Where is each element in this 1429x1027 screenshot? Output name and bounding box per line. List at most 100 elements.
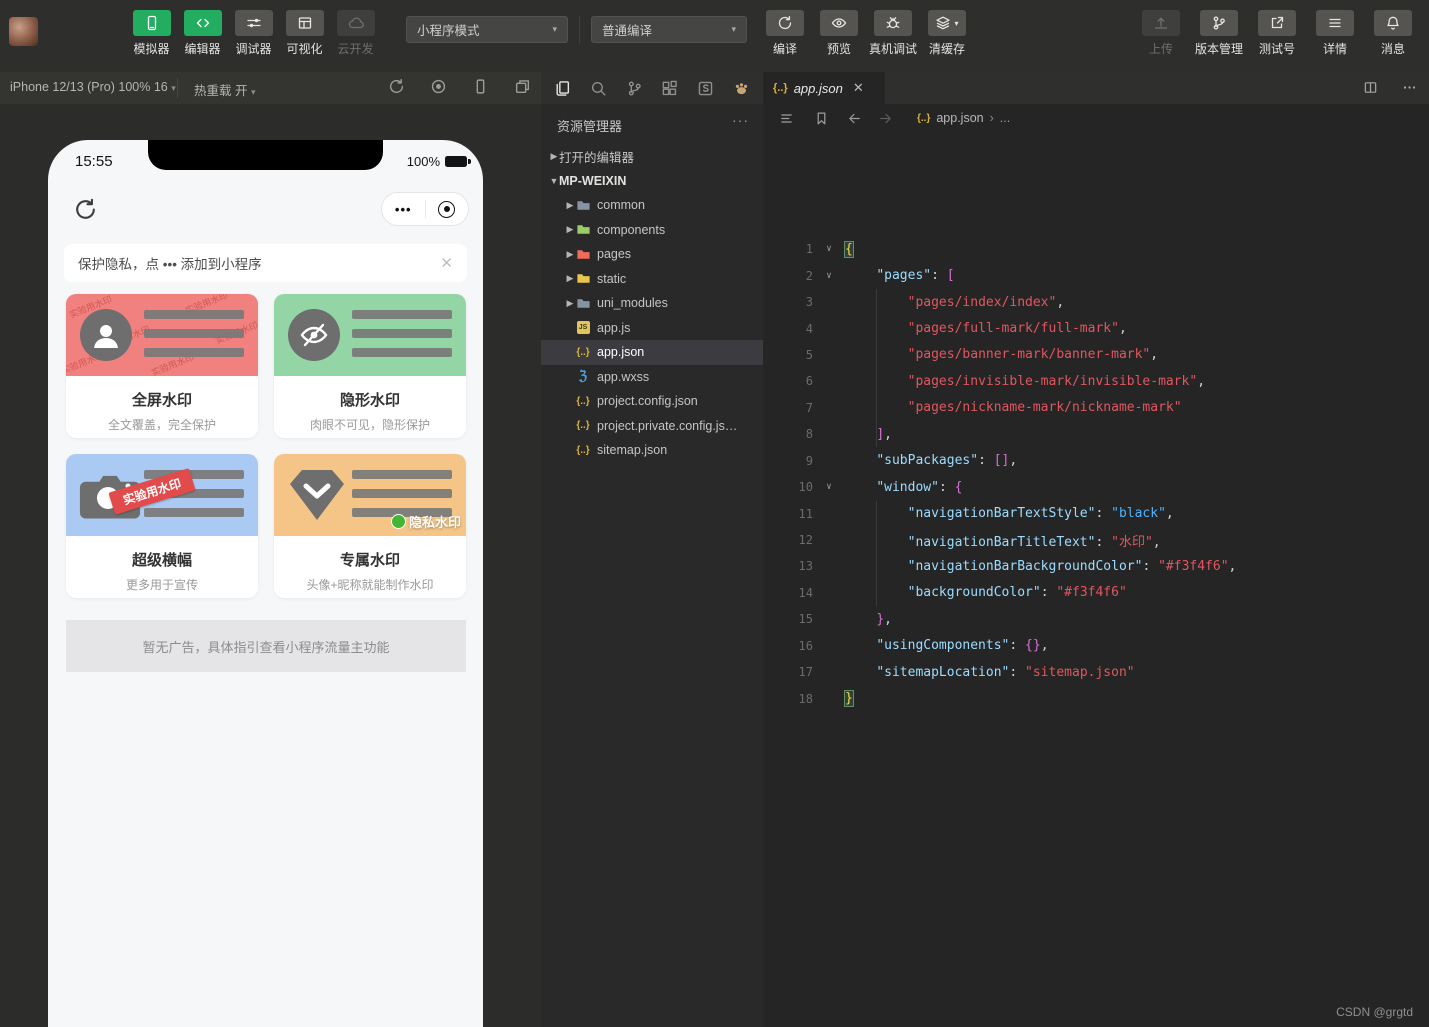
tree-item-app.wxss[interactable]: ℨapp.wxss bbox=[541, 365, 763, 390]
split-editor-icon[interactable] bbox=[1363, 80, 1378, 95]
tree-item-MP-WEIXIN[interactable]: ▼ MP-WEIXIN bbox=[541, 169, 763, 194]
phone-preview: 15:55 100% ••• 保护隐私，点 ••• 添加到小程序 ✕ 实验用水印… bbox=[48, 140, 483, 1027]
tree-item-app.js[interactable]: JS app.js bbox=[541, 316, 763, 341]
diamond-check-icon bbox=[290, 470, 344, 520]
code-line-15: 15 }, bbox=[798, 611, 892, 627]
真机调试-button[interactable]: 真机调试 bbox=[866, 10, 920, 57]
breadcrumb-more[interactable]: ... bbox=[1000, 111, 1010, 125]
folder-icon bbox=[575, 198, 591, 212]
search-icon[interactable] bbox=[590, 80, 607, 97]
phone-notch bbox=[148, 140, 383, 170]
card-subtitle: 全文覆盖，完全保护 bbox=[107, 418, 216, 432]
watermark-card-grid: 实验用水印 实验用水印 实验用水印 实验用水印 实验用水印 实验用水印 全屏水印 bbox=[66, 294, 466, 598]
file-tree: ▶ 打开的编辑器 ▼ MP-WEIXIN ▶ common ▶ components ▶ page… bbox=[541, 144, 763, 463]
card-nickname-watermark[interactable]: 隐私水印 专属水印 头像+昵称就能制作水印 bbox=[274, 454, 466, 598]
layers-icon: ▾ bbox=[928, 10, 966, 36]
compile-mode-label: 普通编译 bbox=[602, 24, 653, 38]
view-toggle-group: 模拟器 编辑器 调试器 可视化 云开发 bbox=[126, 10, 381, 57]
tree-item-pages[interactable]: ▶ pages bbox=[541, 242, 763, 267]
fold-chevron-icon[interactable]: ∨ bbox=[813, 271, 845, 281]
outline-icon[interactable] bbox=[779, 111, 794, 126]
status-battery: 100% bbox=[407, 154, 471, 169]
sbox-icon[interactable] bbox=[697, 80, 714, 97]
folder-icon bbox=[575, 223, 591, 237]
reload-icon[interactable] bbox=[72, 196, 99, 223]
模拟器-button[interactable]: 模拟器 bbox=[126, 10, 177, 57]
版本管理-button[interactable]: 版本管理 bbox=[1190, 10, 1248, 57]
编译-button[interactable]: 编译 bbox=[758, 10, 812, 57]
bookmark-icon[interactable] bbox=[814, 111, 829, 126]
eye-off-icon bbox=[288, 309, 340, 361]
tree-item-打开的编辑器[interactable]: ▶ 打开的编辑器 bbox=[541, 144, 763, 169]
tree-item-project.private.config.js…[interactable]: {..} project.private.config.js… bbox=[541, 414, 763, 439]
tree-item-components[interactable]: ▶ components bbox=[541, 218, 763, 243]
compile-mode-dropdown[interactable]: 普通编译 ▾ bbox=[591, 16, 747, 43]
files-icon[interactable] bbox=[554, 80, 571, 97]
breadcrumb-file[interactable]: app.json bbox=[936, 111, 983, 125]
code-editor[interactable]: 1 ∨{2 ∨ "pages": [3 "pages/index/index", 4 … bbox=[763, 236, 1429, 1027]
bug-icon bbox=[874, 10, 912, 36]
card-full-watermark[interactable]: 实验用水印 实验用水印 实验用水印 实验用水印 实验用水印 实验用水印 全屏水印 bbox=[66, 294, 258, 438]
paw-icon[interactable] bbox=[733, 80, 750, 97]
tree-item-sitemap.json[interactable]: {..} sitemap.json bbox=[541, 438, 763, 463]
branch-icon bbox=[1200, 10, 1238, 36]
tree-item-common[interactable]: ▶ common bbox=[541, 193, 763, 218]
back-icon[interactable] bbox=[847, 111, 862, 126]
refresh-icon[interactable] bbox=[388, 78, 405, 95]
record-icon[interactable] bbox=[430, 78, 447, 95]
eye-icon bbox=[820, 10, 858, 36]
可视化-button[interactable]: 可视化 bbox=[279, 10, 330, 57]
device-selector[interactable]: iPhone 12/13 (Pro) 100% 16 ▾ bbox=[10, 80, 176, 94]
simulator-toolbar: iPhone 12/13 (Pro) 100% 16 ▾ 热重载 开 ▾ bbox=[0, 72, 541, 104]
tree-item-uni_modules[interactable]: ▶ uni_modules bbox=[541, 291, 763, 316]
menu-icon bbox=[1316, 10, 1354, 36]
windows-icon[interactable] bbox=[514, 78, 531, 95]
编辑器-button[interactable]: 编辑器 bbox=[177, 10, 228, 57]
chevron-down-icon: ▾ bbox=[731, 24, 736, 34]
tab-app-json[interactable]: {..} app.json ✕ bbox=[763, 72, 885, 104]
tree-item-static[interactable]: ▶ static bbox=[541, 267, 763, 292]
mode-dropdown[interactable]: 小程序模式 ▾ bbox=[406, 16, 568, 43]
调试器-button[interactable]: 调试器 bbox=[228, 10, 279, 57]
branch-icon[interactable] bbox=[626, 80, 643, 97]
tree-item-app.json[interactable]: {..} app.json bbox=[541, 340, 763, 365]
external-icon bbox=[1258, 10, 1296, 36]
more-actions-icon[interactable] bbox=[1402, 80, 1417, 95]
privacy-watermark-badge: 隐私水印 bbox=[390, 512, 461, 531]
code-icon bbox=[183, 10, 222, 36]
预览-button[interactable]: 预览 bbox=[812, 10, 866, 57]
extensions-icon[interactable] bbox=[661, 80, 678, 97]
code-line-4: 4 "pages/full-mark/full-mark", bbox=[805, 321, 1127, 337]
card-invisible-watermark[interactable]: 隐形水印 肉眼不可见，隐形保护 bbox=[274, 294, 466, 438]
详情-button[interactable]: 详情 bbox=[1306, 10, 1364, 57]
device-icon[interactable] bbox=[472, 78, 489, 95]
explorer-more-icon[interactable]: ··· bbox=[732, 112, 749, 128]
csdn-watermark: CSDN @grgtd bbox=[1336, 1005, 1413, 1019]
tree-item-project.config.json[interactable]: {..} project.config.json bbox=[541, 389, 763, 414]
清缓存-button[interactable]: ▾ 清缓存 bbox=[920, 10, 974, 57]
user-avatar[interactable] bbox=[9, 17, 38, 46]
card-image: 实验用水印 实验用水印 实验用水印 实验用水印 实验用水印 实验用水印 bbox=[66, 294, 258, 376]
ad-placeholder-banner: 暂无广告，具体指引查看小程序流量主功能 bbox=[66, 620, 466, 672]
cloud-icon bbox=[336, 10, 375, 36]
close-tab-icon[interactable]: ✕ bbox=[853, 80, 864, 96]
code-line-18: 18} bbox=[798, 690, 854, 708]
fold-chevron-icon[interactable]: ∨ bbox=[813, 244, 845, 254]
folder-icon bbox=[575, 272, 591, 286]
code-line-1: 1 ∨{ bbox=[805, 240, 854, 258]
card-banner-watermark[interactable]: 实验用水印 超级横幅 更多用于宣传 bbox=[66, 454, 258, 598]
code-line-14: 14 "backgroundColor": "#f3f4f6" bbox=[798, 585, 1127, 601]
forward-icon[interactable] bbox=[878, 111, 893, 126]
more-menu-button[interactable]: ••• bbox=[382, 202, 425, 217]
close-icon[interactable]: ✕ bbox=[440, 254, 453, 272]
hot-reload-toggle[interactable]: 热重载 开 ▾ bbox=[194, 80, 256, 99]
fold-chevron-icon[interactable]: ∨ bbox=[813, 482, 845, 492]
code-line-7: 7 "pages/nickname-mark/nickname-mark" bbox=[805, 400, 1182, 416]
消息-button[interactable]: 消息 bbox=[1364, 10, 1422, 57]
exit-button[interactable] bbox=[426, 200, 469, 218]
project-action-group: 上传 版本管理 测试号 详情 消息 bbox=[1132, 10, 1422, 57]
simulator-icon-group bbox=[388, 78, 531, 95]
explorer-title: 资源管理器 bbox=[557, 119, 623, 134]
测试号-button[interactable]: 测试号 bbox=[1248, 10, 1306, 57]
bell-icon bbox=[1374, 10, 1412, 36]
